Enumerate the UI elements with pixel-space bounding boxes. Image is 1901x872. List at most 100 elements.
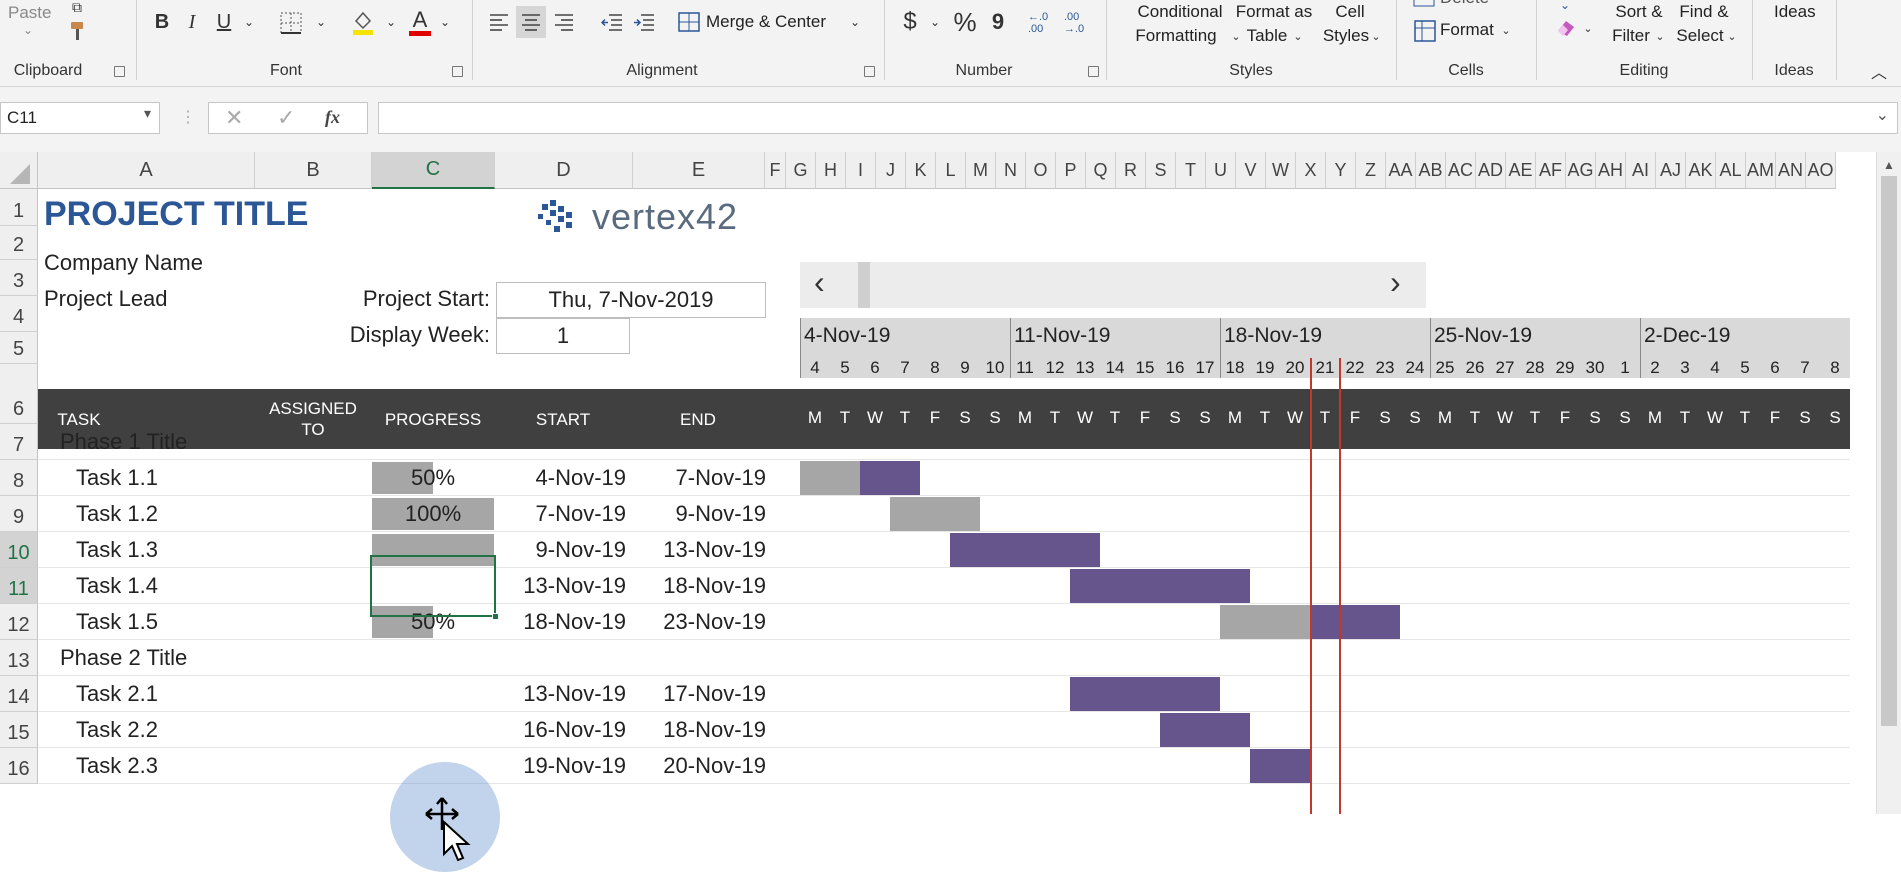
column-header-am[interactable]: AM — [1746, 152, 1776, 189]
project-start-input[interactable]: Thu, 7-Nov-2019 — [496, 282, 766, 318]
scroll-up-icon[interactable]: ▲ — [1883, 158, 1895, 172]
format-as-table-line1[interactable]: Format as — [1232, 2, 1316, 22]
column-header-f[interactable]: F — [765, 152, 786, 189]
column-header-ad[interactable]: AD — [1476, 152, 1506, 189]
underline-dropdown-icon[interactable]: ⌄ — [242, 12, 256, 32]
expand-formula-icon[interactable]: ⌄ — [1876, 105, 1889, 125]
column-header-j[interactable]: J — [876, 152, 906, 189]
currency-button[interactable]: $ — [898, 6, 922, 38]
find-select-line1[interactable]: Find & — [1676, 2, 1732, 22]
align-left-icon[interactable] — [485, 8, 513, 36]
column-header-w[interactable]: W — [1266, 152, 1296, 189]
delete-cells-button[interactable]: Delete — [1440, 0, 1489, 8]
column-header-a[interactable]: A — [38, 152, 255, 189]
column-header-af[interactable]: AF — [1536, 152, 1566, 189]
name-box-dropdown-icon[interactable]: ▾ — [144, 105, 151, 122]
progress-cell[interactable]: 100% — [372, 498, 494, 530]
row-header-12[interactable]: 12 — [0, 604, 38, 640]
decrease-indent-icon[interactable] — [598, 8, 626, 36]
conditional-formatting-line1[interactable]: Conditional — [1124, 2, 1236, 22]
row-header-16[interactable]: 16 — [0, 748, 38, 784]
column-header-ao[interactable]: AO — [1806, 152, 1836, 189]
column-header-n[interactable]: N — [996, 152, 1026, 189]
align-right-icon[interactable] — [550, 8, 578, 36]
column-header-ah[interactable]: AH — [1596, 152, 1626, 189]
sort-filter-line2[interactable]: Filter — [1608, 26, 1654, 46]
row-header-9[interactable]: 9 — [0, 496, 38, 532]
column-header-ac[interactable]: AC — [1446, 152, 1476, 189]
scroll-right-button[interactable]: › — [1390, 264, 1401, 301]
merge-center-icon[interactable] — [676, 8, 702, 36]
currency-dropdown-icon[interactable]: ⌄ — [928, 12, 942, 32]
find-select-line2[interactable]: Select — [1674, 26, 1726, 46]
column-header-ae[interactable]: AE — [1506, 152, 1536, 189]
row-header-5[interactable]: 5 — [0, 332, 38, 364]
row-header-15[interactable]: 15 — [0, 712, 38, 748]
autosum-icon[interactable]: ⌄ — [1552, 0, 1578, 12]
week-scrollbar[interactable]: ‹ › — [800, 262, 1426, 308]
row-header-14[interactable]: 14 — [0, 676, 38, 712]
row-header-4[interactable]: 4 — [0, 296, 38, 332]
column-header-m[interactable]: M — [966, 152, 996, 189]
column-header-b[interactable]: B — [255, 152, 372, 189]
merge-center-button[interactable]: Merge & Center — [706, 12, 826, 32]
column-header-z[interactable]: Z — [1356, 152, 1386, 189]
column-header-aj[interactable]: AJ — [1656, 152, 1686, 189]
scroll-left-button[interactable]: ‹ — [814, 264, 825, 301]
name-box[interactable]: C11 ▾ — [0, 102, 160, 134]
column-header-h[interactable]: H — [816, 152, 846, 189]
format-painter-icon[interactable] — [64, 18, 90, 44]
decrease-decimal-button[interactable]: .00 →.0 — [1064, 8, 1098, 38]
fill-handle[interactable] — [492, 613, 499, 620]
font-launcher-icon[interactable] — [452, 66, 463, 77]
column-header-o[interactable]: O — [1026, 152, 1056, 189]
font-color-dropdown-icon[interactable]: ⌄ — [438, 12, 452, 32]
row-header-1[interactable]: 1 — [0, 189, 38, 226]
row-header-6[interactable]: 6 — [0, 364, 38, 424]
column-header-g[interactable]: G — [786, 152, 816, 189]
column-header-ai[interactable]: AI — [1626, 152, 1656, 189]
enter-icon[interactable]: ✓ — [277, 105, 295, 131]
clear-dropdown-icon[interactable]: ⌄ — [1582, 20, 1594, 36]
vertical-scrollbar[interactable]: ▲ — [1876, 152, 1901, 814]
column-header-al[interactable]: AL — [1716, 152, 1746, 189]
column-header-i[interactable]: I — [846, 152, 876, 189]
column-header-x[interactable]: X — [1296, 152, 1326, 189]
column-header-q[interactable]: Q — [1086, 152, 1116, 189]
format-cells-dropdown-icon[interactable]: ⌄ — [1500, 22, 1512, 38]
align-center-icon[interactable] — [516, 6, 546, 38]
progress-cell[interactable] — [372, 678, 494, 710]
column-header-aa[interactable]: AA — [1386, 152, 1416, 189]
paste-dropdown-icon[interactable]: ⌄ — [20, 22, 36, 38]
bold-button[interactable]: B — [150, 8, 174, 36]
comma-style-button[interactable]: 9 — [986, 6, 1010, 38]
ideas-button[interactable]: Ideas — [1774, 2, 1816, 22]
column-header-d[interactable]: D — [495, 152, 633, 189]
row-header-10[interactable]: 10 — [0, 532, 38, 568]
row-header-11[interactable]: 11 — [0, 568, 38, 604]
format-cells-icon[interactable] — [1412, 18, 1438, 44]
column-header-k[interactable]: K — [906, 152, 936, 189]
progress-cell[interactable]: 50% — [372, 462, 494, 494]
sort-dropdown-icon[interactable]: ⌄ — [1654, 28, 1666, 44]
column-header-ag[interactable]: AG — [1566, 152, 1596, 189]
fill-color-icon[interactable] — [350, 8, 376, 36]
clear-eraser-icon[interactable] — [1552, 14, 1580, 42]
sort-filter-line1[interactable]: Sort & — [1612, 2, 1666, 22]
row-header-7[interactable]: 7 — [0, 424, 38, 460]
column-header-u[interactable]: U — [1206, 152, 1236, 189]
column-header-y[interactable]: Y — [1326, 152, 1356, 189]
font-color-button[interactable]: A — [406, 6, 434, 38]
column-header-c[interactable]: C — [372, 152, 495, 189]
fill-color-dropdown-icon[interactable]: ⌄ — [384, 12, 398, 32]
format-table-dropdown-icon[interactable]: ⌄ — [1292, 28, 1304, 44]
column-header-l[interactable]: L — [936, 152, 966, 189]
increase-decimal-button[interactable]: ←.0 .00 — [1028, 8, 1062, 38]
column-header-ak[interactable]: AK — [1686, 152, 1716, 189]
display-week-input[interactable]: 1 — [496, 318, 630, 354]
number-launcher-icon[interactable] — [1088, 66, 1099, 77]
find-dropdown-icon[interactable]: ⌄ — [1726, 28, 1738, 44]
column-header-p[interactable]: P — [1056, 152, 1086, 189]
progress-cell[interactable] — [372, 714, 494, 746]
formula-input[interactable]: ⌄ — [378, 102, 1898, 134]
